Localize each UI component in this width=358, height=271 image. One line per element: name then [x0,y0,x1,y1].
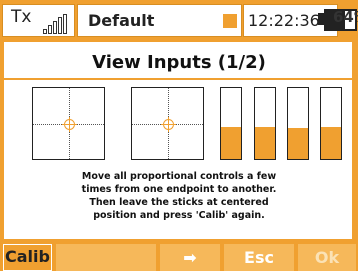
left-stick-cursor-icon [62,117,77,132]
instruction-line: times from one endpoint to another. [81,184,277,195]
battery-percent: 64% [333,8,358,26]
right-stick-box [131,87,204,160]
instruction-line: position and press 'Calib' again. [93,210,265,221]
signal-bars-icon [43,14,73,34]
pot-2-bar [254,87,276,160]
model-indicator-icon [223,14,237,28]
pot-1-fill [221,127,241,159]
next-arrow-icon[interactable]: ➡ [160,244,220,271]
instruction-line: Move all proportional controls a few [81,171,277,182]
title-divider [4,78,354,80]
page-title: View Inputs (1/2) [92,52,266,73]
softkey-bar: Calib ➡ Esc Ok [0,242,358,271]
left-stick-box [32,87,105,160]
battery-icon: 64% [324,8,358,31]
pot-4-bar [320,87,342,160]
pot-3-fill [288,128,308,159]
transmitter-status: Tx [2,4,75,37]
model-name: Default [88,11,155,30]
calib-button[interactable]: Calib [3,244,52,271]
tx-label: Tx [11,7,32,27]
blank-softkey[interactable] [56,244,156,271]
ok-button[interactable]: Ok [298,244,356,271]
instruction-text: Move all proportional controls a few tim… [4,170,354,222]
main-panel: View Inputs (1/2) Move all proportional … [4,42,354,239]
pot-2-fill [255,127,275,159]
clock: 12:22:36 [248,11,320,30]
model-selector[interactable]: Default [77,4,242,37]
screen-frame: Tx Default 12:22:36 64% View Inputs (1/2… [0,0,358,271]
pot-3-bar [287,87,309,160]
status-bar: Tx Default 12:22:36 64% [0,0,358,39]
pot-1-bar [220,87,242,160]
instruction-line: Then leave the sticks at centered [89,197,269,208]
esc-button[interactable]: Esc [224,244,294,271]
pot-4-fill [321,127,341,159]
right-stick-cursor-icon [161,117,176,132]
